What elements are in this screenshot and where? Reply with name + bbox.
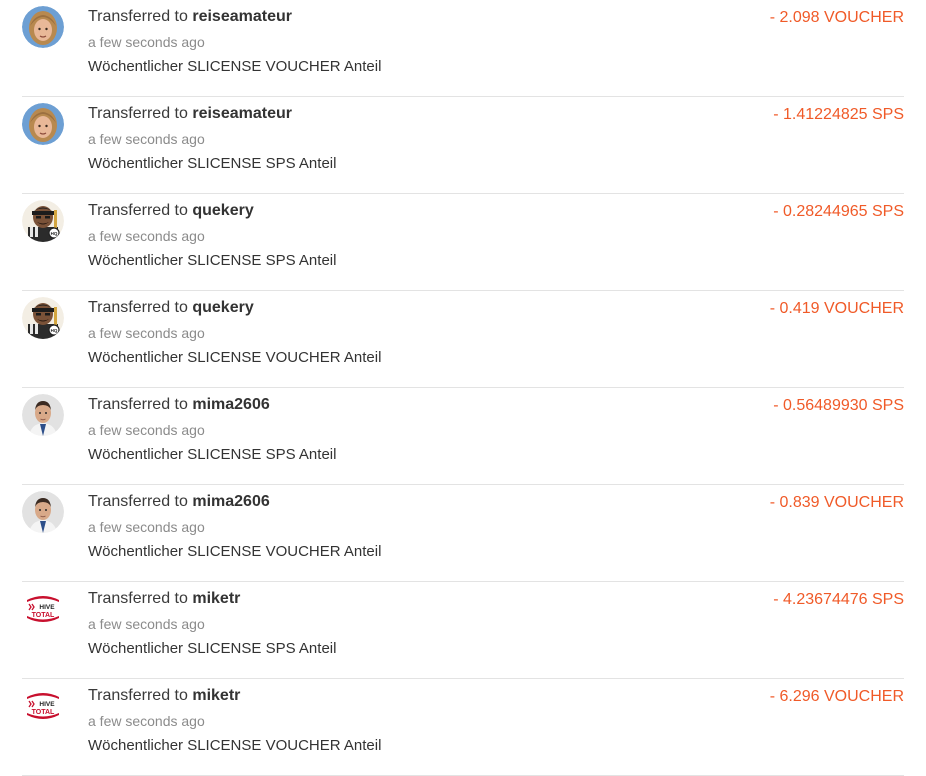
transfer-amount: - 0.56489930 SPS [773, 397, 904, 414]
total-logo-text: TOTAL [32, 612, 55, 619]
timestamp: a few seconds ago [88, 422, 205, 438]
recipient-link[interactable]: miketr [192, 687, 240, 704]
hive-logo-text: HIVE [39, 604, 55, 611]
memo-text: Wöchentlicher SLICENSE VOUCHER Anteil [88, 737, 382, 754]
timestamp: a few seconds ago [88, 519, 205, 535]
transfer-prefix: Transferred to [88, 299, 188, 316]
transfer-row[interactable]: Transferred to reiseamateur a few second… [22, 0, 904, 97]
memo-text: Wöchentlicher SLICENSE VOUCHER Anteil [88, 543, 382, 560]
hive-total-logo[interactable]: HIVE TOTAL [22, 588, 64, 630]
transfer-row[interactable]: HIVE TOTAL Transferred to miketr a few s… [22, 582, 904, 679]
transfer-row[interactable]: HQ Transferred to quekery a few seconds … [22, 291, 904, 388]
transfer-list: Transferred to reiseamateur a few second… [22, 0, 904, 776]
svg-text:HQ: HQ [51, 231, 58, 236]
timestamp: a few seconds ago [88, 131, 205, 147]
transfer-title: Transferred to mima2606 [88, 396, 270, 414]
transfer-row[interactable]: HIVE TOTAL Transferred to miketr a few s… [22, 679, 904, 776]
transfer-prefix: Transferred to [88, 687, 188, 704]
quekery-avatar[interactable]: HQ [22, 297, 64, 339]
transfer-prefix: Transferred to [88, 8, 188, 25]
memo-text: Wöchentlicher SLICENSE SPS Anteil [88, 252, 337, 269]
transfer-prefix: Transferred to [88, 105, 188, 122]
recipient-link[interactable]: mima2606 [192, 493, 269, 510]
mima2606-avatar[interactable] [22, 394, 64, 436]
timestamp: a few seconds ago [88, 228, 205, 244]
recipient-link[interactable]: miketr [192, 590, 240, 607]
transfer-title: Transferred to mima2606 [88, 493, 270, 511]
hive-logo-text: HIVE [39, 701, 55, 708]
transfer-row[interactable]: Transferred to mima2606 a few seconds ag… [22, 485, 904, 582]
transfer-title: Transferred to miketr [88, 590, 240, 608]
quekery-avatar[interactable]: HQ [22, 200, 64, 242]
transfer-row[interactable]: HQ Transferred to quekery a few seconds … [22, 194, 904, 291]
transfer-amount: - 4.23674476 SPS [773, 591, 904, 608]
reiseamateur-avatar[interactable] [22, 6, 64, 48]
transfer-amount: - 0.28244965 SPS [773, 203, 904, 220]
memo-text: Wöchentlicher SLICENSE VOUCHER Anteil [88, 349, 382, 366]
recipient-link[interactable]: quekery [192, 202, 253, 219]
hive-total-logo[interactable]: HIVE TOTAL [22, 685, 64, 727]
timestamp: a few seconds ago [88, 34, 205, 50]
recipient-link[interactable]: reiseamateur [192, 8, 292, 25]
memo-text: Wöchentlicher SLICENSE VOUCHER Anteil [88, 58, 382, 75]
recipient-link[interactable]: mima2606 [192, 396, 269, 413]
transfer-title: Transferred to miketr [88, 687, 240, 705]
transfer-prefix: Transferred to [88, 396, 188, 413]
timestamp: a few seconds ago [88, 325, 205, 341]
memo-text: Wöchentlicher SLICENSE SPS Anteil [88, 446, 337, 463]
transfer-title: Transferred to quekery [88, 202, 254, 220]
transfer-prefix: Transferred to [88, 590, 188, 607]
memo-text: Wöchentlicher SLICENSE SPS Anteil [88, 155, 337, 172]
transfer-amount: - 6.296 VOUCHER [769, 688, 904, 705]
timestamp: a few seconds ago [88, 616, 205, 632]
transfer-amount: - 0.419 VOUCHER [769, 300, 904, 317]
transfer-row[interactable]: Transferred to mima2606 a few seconds ag… [22, 388, 904, 485]
transfer-amount: - 1.41224825 SPS [773, 106, 904, 123]
transfer-title: Transferred to quekery [88, 299, 254, 317]
transfer-prefix: Transferred to [88, 493, 188, 510]
memo-text: Wöchentlicher SLICENSE SPS Anteil [88, 640, 337, 657]
transfer-row[interactable]: Transferred to reiseamateur a few second… [22, 97, 904, 194]
transfer-amount: - 0.839 VOUCHER [769, 494, 904, 511]
transfer-amount: - 2.098 VOUCHER [769, 9, 904, 26]
recipient-link[interactable]: quekery [192, 299, 253, 316]
total-logo-text: TOTAL [32, 709, 55, 716]
recipient-link[interactable]: reiseamateur [192, 105, 292, 122]
mima2606-avatar[interactable] [22, 491, 64, 533]
timestamp: a few seconds ago [88, 713, 205, 729]
svg-text:HQ: HQ [51, 328, 58, 333]
transfer-title: Transferred to reiseamateur [88, 105, 292, 123]
transfer-prefix: Transferred to [88, 202, 188, 219]
transfer-title: Transferred to reiseamateur [88, 8, 292, 26]
reiseamateur-avatar[interactable] [22, 103, 64, 145]
